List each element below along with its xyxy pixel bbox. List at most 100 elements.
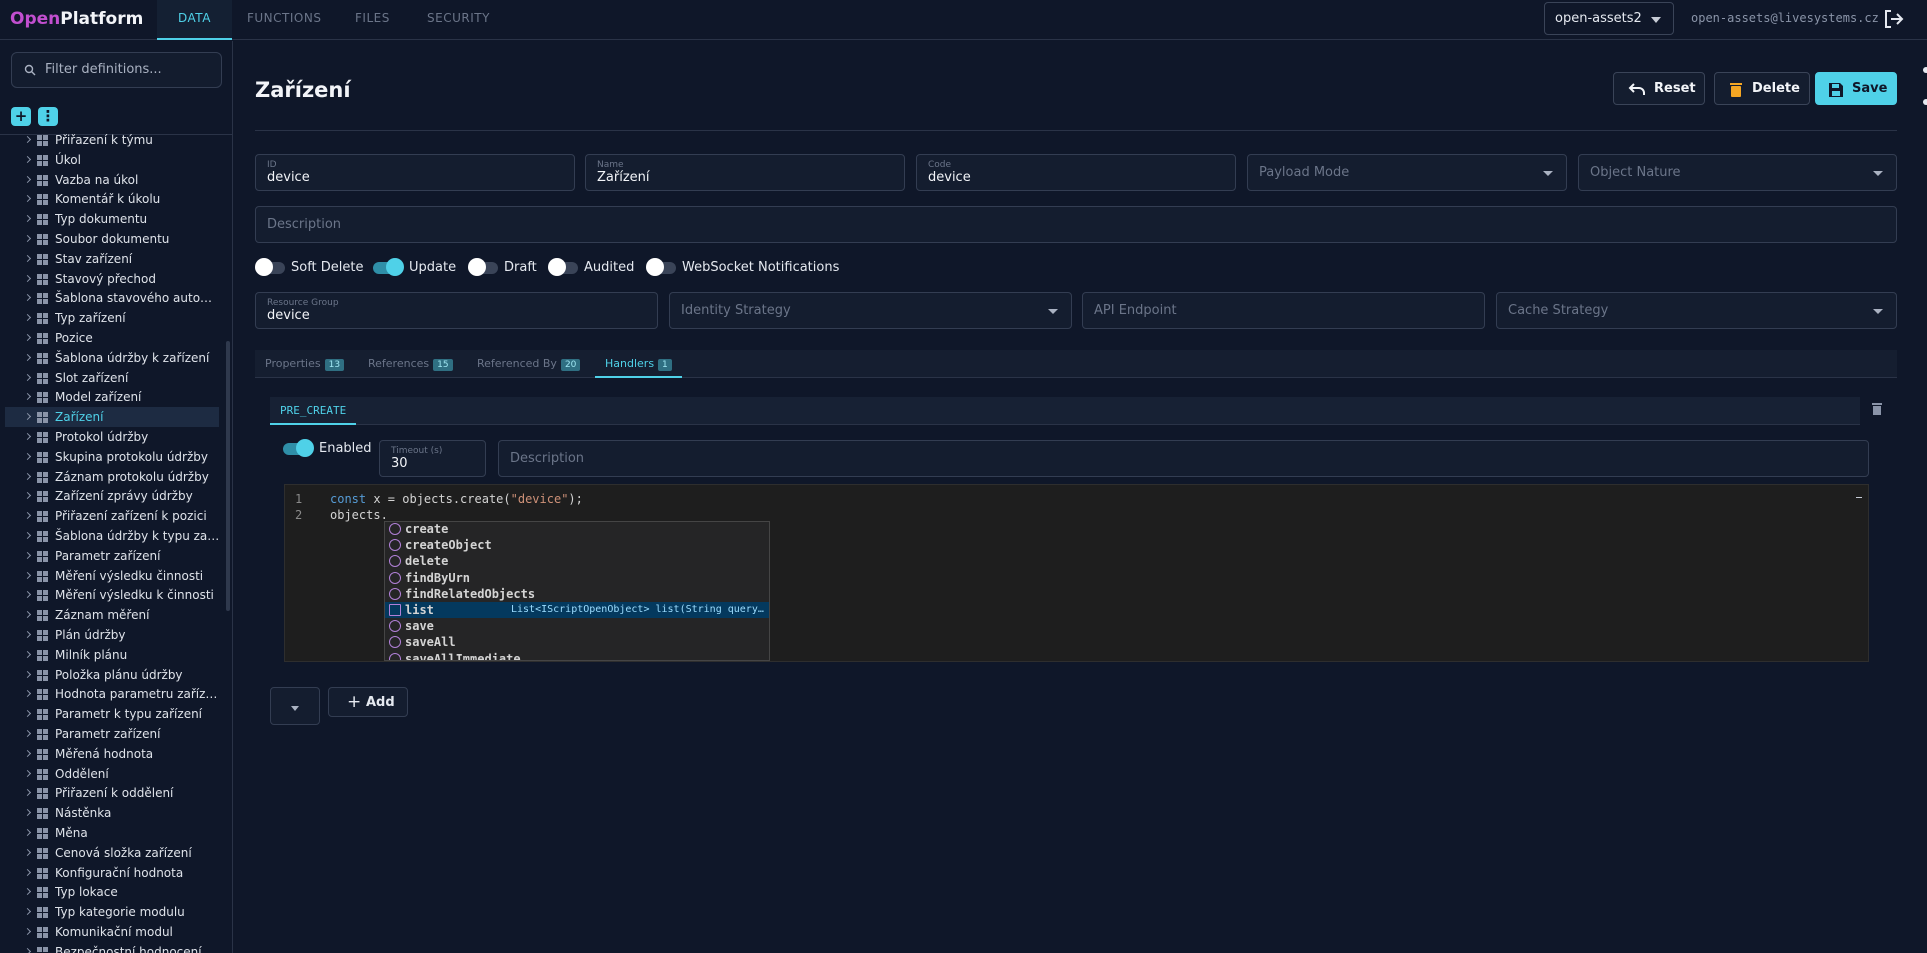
chevron-right-icon[interactable] [23,333,32,342]
suggestion-item[interactable]: create [385,522,769,537]
object-nature-select[interactable]: Object Nature [1578,154,1897,191]
tree-item[interactable]: Slot zařízení [5,368,219,388]
id-field[interactable]: ID device [255,154,575,191]
chevron-right-icon[interactable] [23,353,32,362]
app-logo[interactable]: OpenPlatform [10,9,143,29]
tree-item[interactable]: Stav zařízení [5,249,219,269]
tree-item[interactable]: Parametr k typu zařízení [5,704,219,724]
chevron-right-icon[interactable] [23,709,32,718]
chevron-right-icon[interactable] [23,491,32,500]
tree-item[interactable]: Cenová složka zařízení [5,843,219,863]
identity-strategy-select[interactable]: Identity Strategy [669,292,1072,329]
tree-item[interactable]: Záznam měření [5,605,219,625]
tree-item[interactable]: Konfigurační hodnota [5,863,219,883]
tree-item[interactable]: Vazba na úkol [5,170,219,190]
chevron-right-icon[interactable] [23,887,32,896]
handler-type-select[interactable] [270,687,320,725]
chevron-right-icon[interactable] [23,729,32,738]
chevron-right-icon[interactable] [23,511,32,520]
suggestion-item[interactable]: findByUrn [385,570,769,586]
nav-tab-data[interactable]: DATA [157,0,232,40]
chevron-right-icon[interactable] [23,234,32,243]
chevron-right-icon[interactable] [23,432,32,441]
chevron-right-icon[interactable] [23,590,32,599]
tree-item[interactable]: Záznam protokolu údržby [5,467,219,487]
reset-button[interactable]: Reset [1613,72,1705,105]
tree-item[interactable]: Milník plánu [5,645,219,665]
chevron-right-icon[interactable] [23,412,32,421]
chevron-right-icon[interactable] [23,155,32,164]
handler-description-field[interactable]: Description [498,440,1869,477]
tree-item[interactable]: Měření výsledku činnosti [5,566,219,586]
filter-input[interactable] [45,62,215,77]
chevron-right-icon[interactable] [23,194,32,203]
name-field[interactable]: Name Zařízení [585,154,905,191]
chevron-right-icon[interactable] [23,214,32,223]
code-field[interactable]: Code device [916,154,1236,191]
chevron-right-icon[interactable] [23,531,32,540]
delete-button[interactable]: Delete [1714,72,1810,105]
tree-item[interactable]: Šablona údržby k zařízení [5,348,219,368]
chevron-right-icon[interactable] [23,551,32,560]
handler-tab-pre-create[interactable]: PRE_CREATE [270,397,357,425]
tree-item[interactable]: Pozice [5,328,219,348]
suggestion-item[interactable]: delete [385,553,769,569]
project-select[interactable]: open-assets2 [1544,2,1674,35]
tree-item[interactable]: Měřená hodnota [5,744,219,764]
tree-item[interactable]: Šablona údržby k typu zařízení [5,526,220,546]
tree-item[interactable]: Soubor dokumentu [5,229,219,249]
timeout-field[interactable]: Timeout (s) 30 [379,440,486,477]
nav-tab-files[interactable]: FILES [334,0,411,40]
tab-referenced-by[interactable]: Referenced By 20 [467,350,590,378]
tree-item[interactable]: Položka plánu údržby [5,665,219,685]
code-editor[interactable]: 1 const x = objects.create("device"); 2 … [284,484,1869,662]
tree-item[interactable]: Skupina protokolu údržby [5,447,219,467]
chevron-right-icon[interactable] [23,650,32,659]
trash-icon[interactable] [1872,403,1882,419]
chevron-right-icon[interactable] [23,749,32,758]
chevron-right-icon[interactable] [23,630,32,639]
tab-properties[interactable]: Properties 13 [255,350,354,378]
tree-item[interactable]: Komentář k úkolu [5,189,219,209]
tree-item[interactable]: Měření výsledku k činnosti [5,585,219,605]
sidebar-scrollbar[interactable] [226,341,230,611]
tree-item[interactable]: Typ kategorie modulu [5,902,219,922]
chevron-right-icon[interactable] [23,313,32,322]
add-definition-button[interactable]: + [11,107,31,126]
resource-group-field[interactable]: Resource Group device [255,292,658,329]
tree-item[interactable]: Typ lokace [5,882,219,902]
tree-item[interactable]: Komunikační modul [5,922,219,942]
description-field[interactable]: Description [255,206,1897,243]
chevron-right-icon[interactable] [23,293,32,302]
tree-item[interactable]: Typ zařízení [5,308,219,328]
chevron-right-icon[interactable] [23,947,32,953]
chevron-right-icon[interactable] [23,828,32,837]
tree-item[interactable]: Protokol údržby [5,427,219,447]
chevron-right-icon[interactable] [23,670,32,679]
tree-item[interactable]: Parametr zařízení [5,546,219,566]
chevron-right-icon[interactable] [23,452,32,461]
tree-item[interactable]: Nástěnka [5,803,219,823]
tree-item[interactable]: Přiřazení k týmu [5,133,219,150]
tree-item[interactable]: Typ dokumentu [5,209,219,229]
tab-references[interactable]: References 15 [358,350,463,378]
tree-item[interactable]: Úkol [5,150,219,170]
add-handler-button[interactable]: + Add [328,687,408,717]
chevron-right-icon[interactable] [23,175,32,184]
chevron-right-icon[interactable] [23,135,32,144]
suggestion-item[interactable]: createObject [385,537,769,553]
api-endpoint-field[interactable]: API Endpoint [1082,292,1485,329]
suggestion-item[interactable]: save [385,618,769,634]
chevron-right-icon[interactable] [23,254,32,263]
chevron-right-icon[interactable] [23,788,32,797]
tree-item[interactable]: Parametr zařízení [5,724,219,744]
logout-icon[interactable] [1882,8,1904,30]
tree-item[interactable]: Měna [5,823,219,843]
nav-tab-security[interactable]: SECURITY [406,0,511,40]
tree-item[interactable]: Zařízení zprávy údržby [5,486,219,506]
tree-item[interactable]: Bezpečnostní hodnocení [5,942,219,953]
chevron-right-icon[interactable] [23,571,32,580]
tree-item[interactable]: Šablona stavového automatu [5,288,220,308]
suggestion-item[interactable]: saveAllImmediate [385,651,769,660]
save-button[interactable]: Save [1815,72,1897,105]
